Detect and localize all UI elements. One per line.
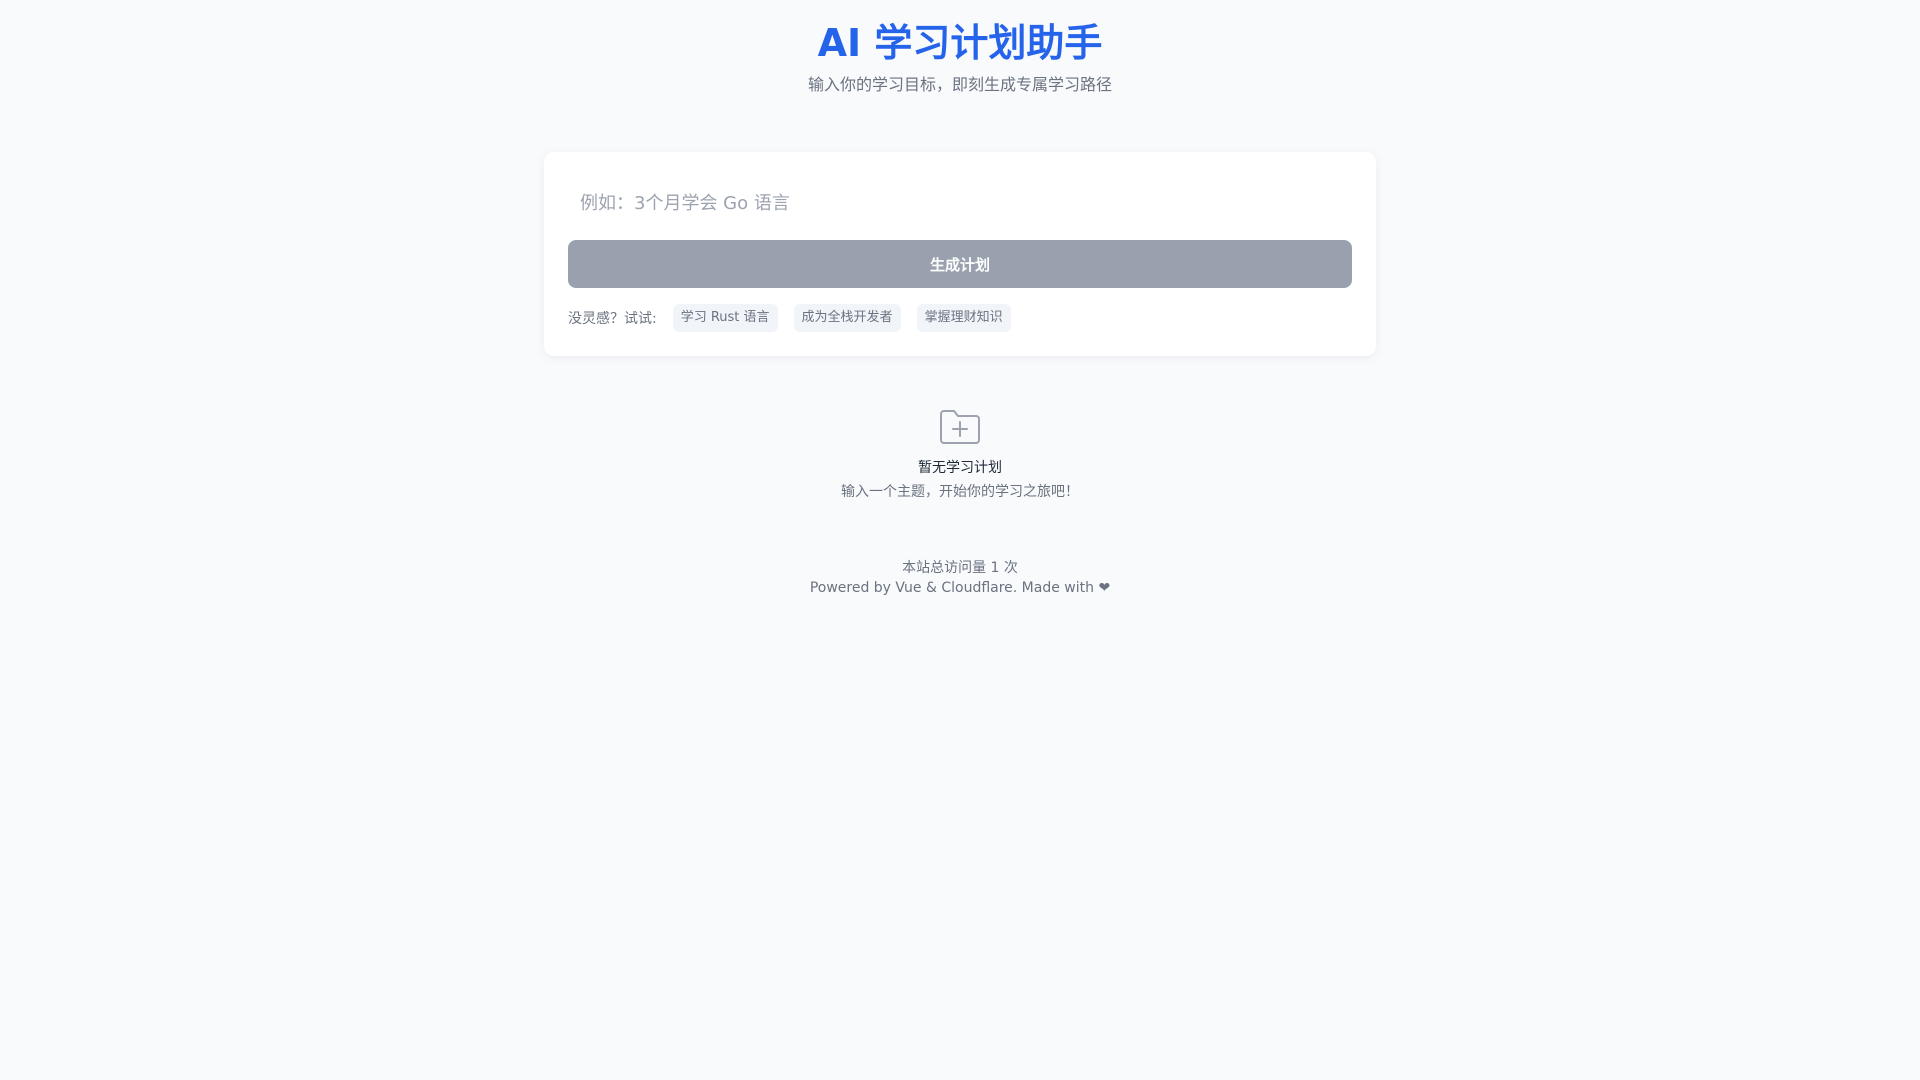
page-header: AI 学习计划助手 输入你的学习目标，即刻生成专属学习路径 — [0, 16, 1920, 96]
footer: 本站总访问量 1 次 Powered by Vue & Cloudflare. … — [0, 558, 1920, 598]
page-subtitle: 输入你的学习目标，即刻生成专属学习路径 — [807, 75, 1112, 94]
empty-state-description: 输入一个主题，开始你的学习之旅吧！ — [841, 484, 1079, 500]
empty-state-title: 暂无学习计划 — [918, 460, 1002, 476]
visit-counter: 本站总访问量 1 次 — [902, 560, 1018, 576]
page-title: AI 学习计划助手 — [817, 21, 1103, 65]
suggestions-label: 没灵感？试试: — [568, 311, 657, 327]
folder-plus-icon — [938, 408, 982, 446]
powered-by-text: Powered by Vue & Cloudflare. Made with ❤ — [809, 580, 1111, 596]
suggestion-chip-fullstack[interactable]: 成为全栈开发者 — [793, 304, 901, 332]
plan-input-card: 生成计划 没灵感？试试: 学习 Rust 语言 成为全栈开发者 掌握理财知识 — [544, 152, 1376, 356]
goal-input[interactable] — [568, 176, 1352, 230]
suggestion-chip-rust[interactable]: 学习 Rust 语言 — [672, 304, 778, 332]
generate-plan-button[interactable]: 生成计划 — [568, 240, 1352, 288]
suggestions-row: 没灵感？试试: 学习 Rust 语言 成为全栈开发者 掌握理财知识 — [568, 304, 1027, 332]
empty-state: 暂无学习计划 输入一个主题，开始你的学习之旅吧！ — [0, 408, 1920, 502]
suggestion-chip-finance[interactable]: 掌握理财知识 — [916, 304, 1011, 332]
